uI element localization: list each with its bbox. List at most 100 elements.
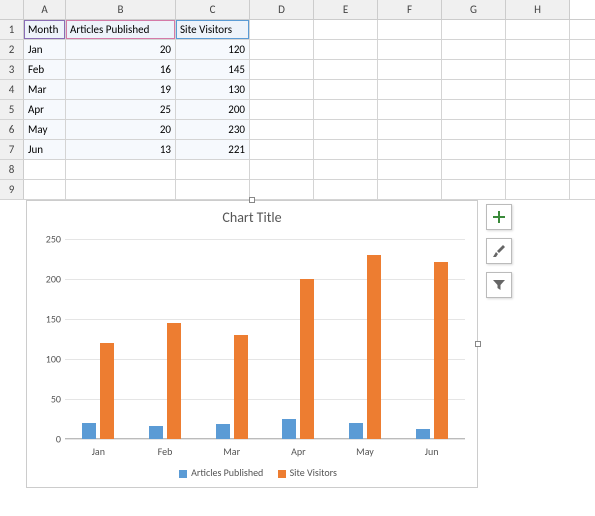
cell-C3[interactable]: 145 — [176, 60, 250, 79]
bar-site-visitors-jun[interactable] — [434, 262, 448, 439]
col-header-h[interactable]: H — [506, 0, 570, 19]
cell-G2[interactable] — [442, 40, 506, 59]
cell-A6[interactable]: May — [24, 120, 66, 139]
cell-B4[interactable]: 19 — [66, 80, 176, 99]
cell-H8[interactable] — [506, 160, 570, 179]
bar-articles-published-jan[interactable] — [82, 423, 96, 439]
chart-handle-e[interactable] — [475, 341, 481, 347]
cell-A4[interactable]: Mar — [24, 80, 66, 99]
cell-H3[interactable] — [506, 60, 570, 79]
cell-B1[interactable]: Articles Published — [66, 20, 176, 39]
cell-D8[interactable] — [250, 160, 314, 179]
cell-F6[interactable] — [378, 120, 442, 139]
col-header-a[interactable]: A — [24, 0, 66, 19]
cell-H1[interactable] — [506, 20, 570, 39]
bar-site-visitors-feb[interactable] — [167, 323, 181, 439]
chart-handle-n[interactable] — [249, 197, 255, 203]
cell-B2[interactable]: 20 — [66, 40, 176, 59]
chart-title[interactable]: Chart Title — [27, 201, 477, 230]
cell-F9[interactable] — [378, 180, 442, 199]
cell-C1[interactable]: Site Visitors — [176, 20, 250, 39]
cell-B9[interactable] — [66, 180, 176, 199]
cell-D4[interactable] — [250, 80, 314, 99]
bar-articles-published-mar[interactable] — [216, 424, 230, 439]
cell-G6[interactable] — [442, 120, 506, 139]
bar-articles-published-jun[interactable] — [416, 429, 430, 439]
cell-G4[interactable] — [442, 80, 506, 99]
cell-A1[interactable]: Month — [24, 20, 66, 39]
chart-filter-button[interactable] — [486, 272, 512, 298]
cell-F2[interactable] — [378, 40, 442, 59]
cell-G7[interactable] — [442, 140, 506, 159]
bar-site-visitors-apr[interactable] — [300, 279, 314, 439]
cell-E2[interactable] — [314, 40, 378, 59]
cell-A3[interactable]: Feb — [24, 60, 66, 79]
row-header-6[interactable]: 6 — [0, 120, 24, 139]
cell-F5[interactable] — [378, 100, 442, 119]
cell-E5[interactable] — [314, 100, 378, 119]
col-header-b[interactable]: B — [66, 0, 176, 19]
cell-A7[interactable]: Jun — [24, 140, 66, 159]
cell-E6[interactable] — [314, 120, 378, 139]
col-header-f[interactable]: F — [378, 0, 442, 19]
cell-D6[interactable] — [250, 120, 314, 139]
cell-C4[interactable]: 130 — [176, 80, 250, 99]
chart-elements-button[interactable] — [486, 204, 512, 230]
cell-F3[interactable] — [378, 60, 442, 79]
cell-C7[interactable]: 221 — [176, 140, 250, 159]
cell-E4[interactable] — [314, 80, 378, 99]
cell-E8[interactable] — [314, 160, 378, 179]
cell-A8[interactable] — [24, 160, 66, 179]
cell-F1[interactable] — [378, 20, 442, 39]
cell-E7[interactable] — [314, 140, 378, 159]
cell-H2[interactable] — [506, 40, 570, 59]
cell-D1[interactable] — [250, 20, 314, 39]
cell-C6[interactable]: 230 — [176, 120, 250, 139]
cell-C2[interactable]: 120 — [176, 40, 250, 59]
cell-D5[interactable] — [250, 100, 314, 119]
bar-articles-published-apr[interactable] — [282, 419, 296, 439]
cell-G3[interactable] — [442, 60, 506, 79]
cell-G5[interactable] — [442, 100, 506, 119]
bar-site-visitors-jan[interactable] — [100, 343, 114, 439]
row-header-5[interactable]: 5 — [0, 100, 24, 119]
cell-A5[interactable]: Apr — [24, 100, 66, 119]
cell-F8[interactable] — [378, 160, 442, 179]
bar-site-visitors-mar[interactable] — [234, 335, 248, 439]
row-header-2[interactable]: 2 — [0, 40, 24, 59]
cell-E1[interactable] — [314, 20, 378, 39]
cell-G1[interactable] — [442, 20, 506, 39]
row-header-8[interactable]: 8 — [0, 160, 24, 179]
cell-A9[interactable] — [24, 180, 66, 199]
col-header-c[interactable]: C — [176, 0, 250, 19]
row-header-3[interactable]: 3 — [0, 60, 24, 79]
spreadsheet-grid[interactable]: A B C D E F G H 1MonthArticles Published… — [0, 0, 595, 200]
row-header-4[interactable]: 4 — [0, 80, 24, 99]
col-header-e[interactable]: E — [314, 0, 378, 19]
row-header-9[interactable]: 9 — [0, 180, 24, 199]
cell-D7[interactable] — [250, 140, 314, 159]
cell-D3[interactable] — [250, 60, 314, 79]
cell-B7[interactable]: 13 — [66, 140, 176, 159]
bar-articles-published-may[interactable] — [349, 423, 363, 439]
cell-B6[interactable]: 20 — [66, 120, 176, 139]
cell-C5[interactable]: 200 — [176, 100, 250, 119]
embedded-chart[interactable]: Chart Title 050100150200250 JanFebMarApr… — [26, 200, 478, 488]
select-all-corner[interactable] — [0, 0, 24, 19]
cell-B8[interactable] — [66, 160, 176, 179]
cell-G8[interactable] — [442, 160, 506, 179]
cell-H7[interactable] — [506, 140, 570, 159]
cell-D9[interactable] — [250, 180, 314, 199]
chart-styles-button[interactable] — [486, 238, 512, 264]
cell-H5[interactable] — [506, 100, 570, 119]
cell-H9[interactable] — [506, 180, 570, 199]
bar-site-visitors-may[interactable] — [367, 255, 381, 439]
col-header-g[interactable]: G — [442, 0, 506, 19]
cell-D2[interactable] — [250, 40, 314, 59]
chart-legend[interactable]: Articles Published Site Visitors — [27, 466, 477, 479]
bar-articles-published-feb[interactable] — [149, 426, 163, 439]
row-header-1[interactable]: 1 — [0, 20, 24, 39]
cell-C8[interactable] — [176, 160, 250, 179]
cell-B5[interactable]: 25 — [66, 100, 176, 119]
cell-B3[interactable]: 16 — [66, 60, 176, 79]
